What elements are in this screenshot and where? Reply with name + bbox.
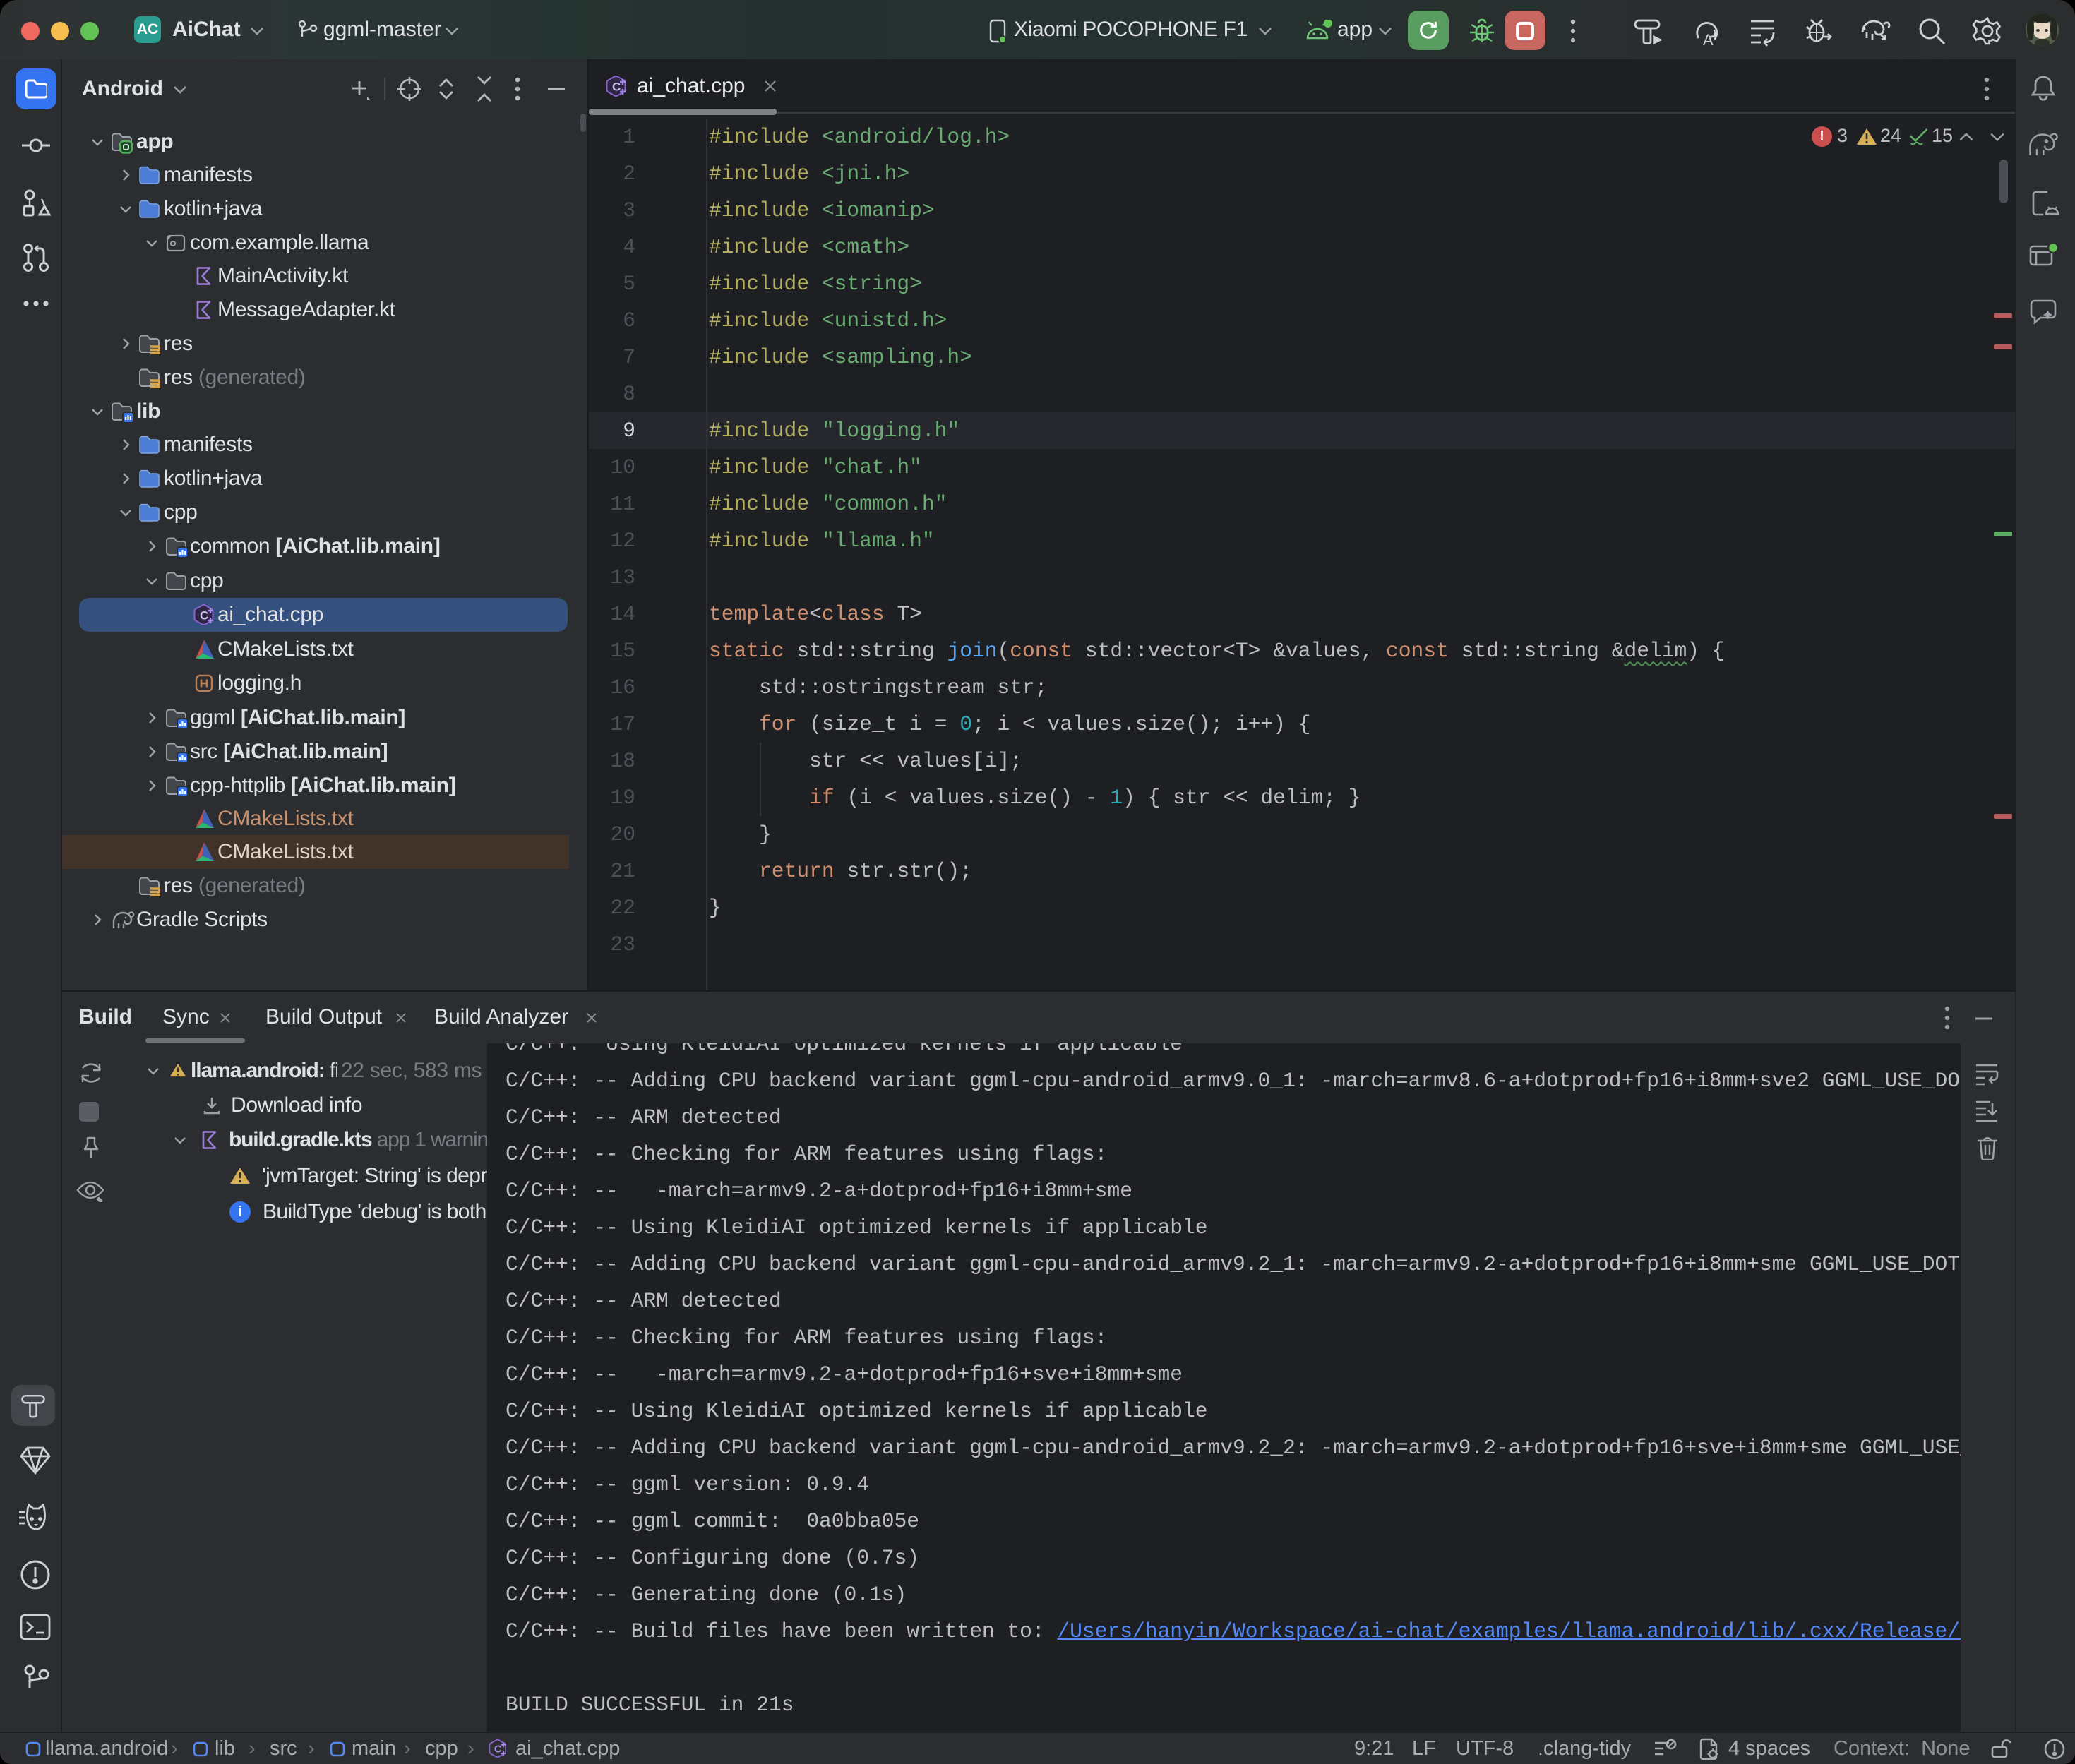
svg-text:C: C bbox=[494, 1744, 502, 1756]
svg-text:A: A bbox=[1703, 31, 1714, 48]
svg-text:C: C bbox=[612, 80, 621, 94]
svg-text:C: C bbox=[200, 609, 208, 623]
